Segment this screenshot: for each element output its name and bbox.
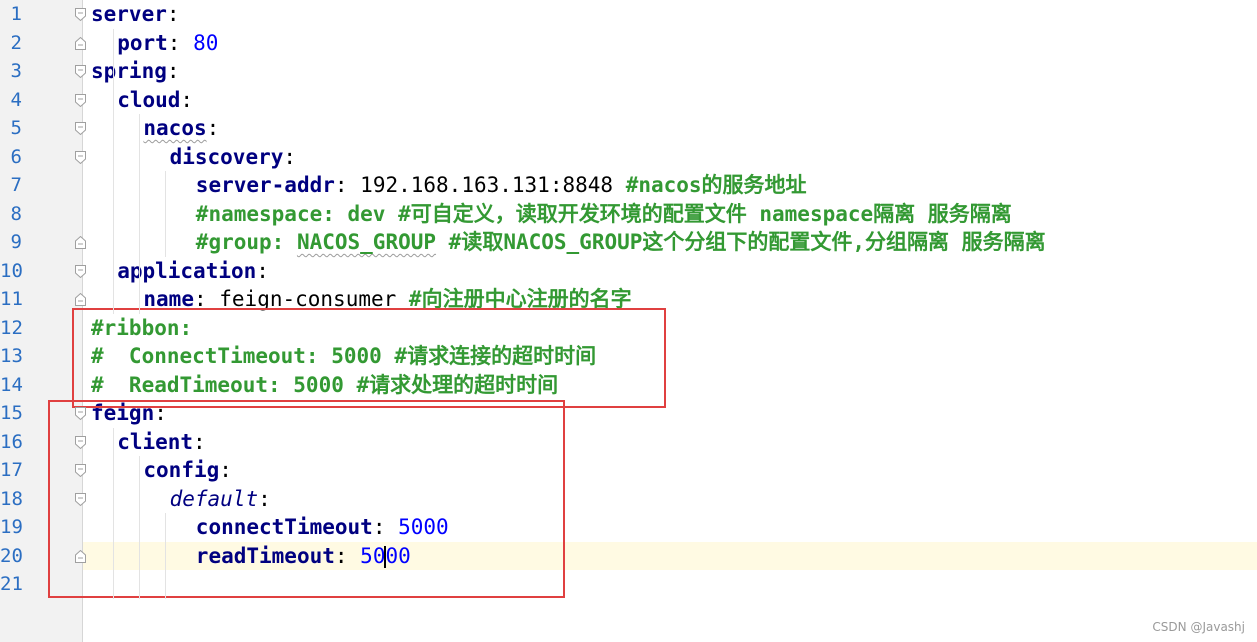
code-token: NACOS_GROUP [296,230,437,254]
line-number: 18 [0,487,23,510]
indent-guide [165,171,166,257]
fold-open-icon[interactable] [75,435,86,449]
code-token: nacos [143,116,207,140]
line-number: 2 [10,31,22,54]
code-token: #nacos的服务地址 [625,173,807,197]
fold-close-icon[interactable] [75,236,86,249]
code-token: : [167,30,194,55]
code-line[interactable]: #group: NACOS_GROUP #读取NACOS_GROUP这个分组下的… [196,228,1046,257]
line-number: 10 [0,259,23,282]
line-number: 21 [0,573,23,595]
fold-open-icon[interactable] [75,150,86,164]
code-token: spring [91,59,167,83]
fold-open-icon[interactable] [75,65,86,78]
code-line[interactable]: server: [91,0,180,29]
code-line[interactable]: nacos: [143,114,219,143]
fold-open-icon[interactable] [75,264,86,278]
code-token: : [180,87,194,112]
code-token: #group: [195,230,297,254]
code-token: 80 [193,30,219,55]
line-number: 5 [10,117,22,139]
code-line[interactable]: #namespace: dev #可自定义，读取开发环境的配置文件 namesp… [196,200,1012,229]
line-number: 14 [0,373,23,396]
line-number: 11 [0,288,23,310]
line-number: 13 [0,345,23,367]
fold-close-icon[interactable] [75,36,86,50]
code-token: server [91,2,167,26]
line-number: 8 [10,202,22,225]
line-number: 12 [0,316,23,339]
fold-close-icon[interactable] [75,293,86,306]
code-token: : [166,59,180,83]
line-number: 19 [0,516,23,538]
code-line[interactable]: server-addr: 192.168.163.131:8848 #nacos… [196,171,807,200]
line-number: 15 [0,402,23,424]
code-token: : [256,258,269,283]
indent-guide [113,427,114,599]
line-number: 3 [10,60,22,82]
code-token: 192.168.163.131:8848 [360,173,626,197]
code-token: cloud [117,87,181,112]
code-token: : [334,173,361,197]
code-token: : [166,2,180,26]
code-token: #读取NACOS_GROUP这个分组下的配置文件,分组隔离 服务隔离 [436,230,1046,254]
fold-open-icon[interactable] [75,407,86,420]
code-line[interactable]: spring: [91,57,180,86]
line-number: 1 [10,3,22,25]
fold-open-icon[interactable] [75,492,86,506]
line-number: 4 [10,88,22,111]
highlight-box-feign [48,400,565,598]
code-line[interactable]: cloud: [117,86,193,115]
code-token: discovery [169,144,284,169]
line-number: 7 [10,174,22,196]
line-number: 17 [0,459,23,481]
watermark: CSDN @Javashj [1152,620,1245,634]
indent-guide [165,513,166,599]
line-number: 20 [0,544,23,567]
highlight-box-ribbon [72,308,666,408]
fold-open-icon[interactable] [75,122,86,135]
code-line[interactable]: discovery: [170,143,296,172]
fold-open-icon[interactable] [75,464,86,477]
line-number: 6 [10,145,22,168]
code-line[interactable]: port: 80 [117,29,218,58]
fold-open-icon[interactable] [75,8,86,21]
indent-guide [139,114,140,314]
code-token: port [117,30,168,55]
line-number: 16 [0,430,23,453]
line-number: 9 [10,231,22,253]
fold-close-icon[interactable] [75,549,86,563]
code-token: : [283,144,297,169]
code-token: #namespace: dev #可自定义，读取开发环境的配置文件 namesp… [195,201,1012,226]
indent-guide [139,456,140,599]
fold-open-icon[interactable] [75,93,86,107]
code-token: : [206,116,220,140]
indent-guide [113,28,114,314]
code-token: server-addr [195,173,335,197]
